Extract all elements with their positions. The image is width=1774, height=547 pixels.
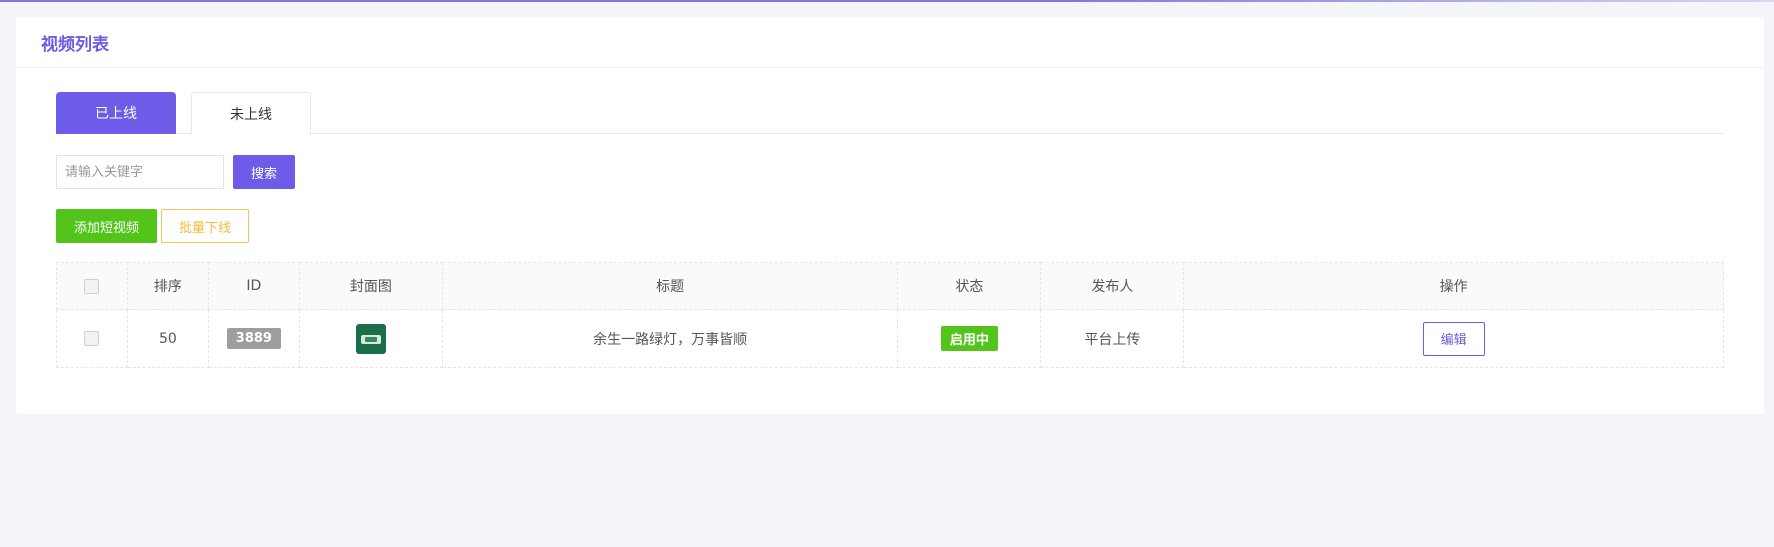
row-checkbox[interactable] xyxy=(84,331,100,346)
row-id-cell: 3889 xyxy=(207,309,300,368)
top-accent-line xyxy=(0,0,1774,2)
table-row: 50 3889 余生一路绿灯，万事皆顺 启用中 平台上传 编辑 xyxy=(56,309,1724,368)
add-short-video-button[interactable]: 添加短视频 xyxy=(56,209,157,243)
header-title: 标题 xyxy=(441,262,899,310)
header-sort: 排序 xyxy=(126,262,209,310)
header-cover: 封面图 xyxy=(298,262,443,310)
row-select-cell xyxy=(56,309,128,368)
page-title: 视频列表 xyxy=(41,34,109,55)
status-badge: 启用中 xyxy=(940,326,998,351)
batch-offline-button[interactable]: 批量下线 xyxy=(161,209,249,243)
select-all-checkbox[interactable] xyxy=(84,278,100,294)
video-table: 排序 ID 封面图 标题 状态 发布人 操作 50 3889 余生一路绿灯，万事… xyxy=(56,262,1724,368)
video-list-card: 视频列表 已上线 未上线 搜索 添加短视频 批量下线 排序 ID 封面图 xyxy=(16,17,1764,414)
table-header-row: 排序 ID 封面图 标题 状态 发布人 操作 xyxy=(56,262,1724,310)
header-actions: 操作 xyxy=(1183,262,1724,310)
header-publisher: 发布人 xyxy=(1040,262,1185,310)
header-select-all xyxy=(56,262,128,310)
row-sort: 50 xyxy=(126,309,209,368)
card-header: 视频列表 xyxy=(16,17,1764,68)
edit-button[interactable]: 编辑 xyxy=(1422,321,1485,356)
search-input[interactable] xyxy=(56,155,224,189)
row-actions-cell: 编辑 xyxy=(1183,309,1724,368)
row-status-cell: 启用中 xyxy=(897,309,1042,368)
row-cover-cell xyxy=(298,309,443,368)
tab-online[interactable]: 已上线 xyxy=(56,92,176,134)
tab-offline[interactable]: 未上线 xyxy=(191,92,311,134)
tab-bar: 已上线 未上线 xyxy=(56,92,1724,134)
header-status: 状态 xyxy=(897,262,1042,310)
row-title: 余生一路绿灯，万事皆顺 xyxy=(441,309,899,368)
video-cover-icon[interactable] xyxy=(355,323,386,354)
search-button[interactable]: 搜索 xyxy=(233,155,295,189)
header-id: ID xyxy=(207,262,300,310)
id-badge: 3889 xyxy=(226,328,281,349)
row-publisher: 平台上传 xyxy=(1040,309,1185,368)
